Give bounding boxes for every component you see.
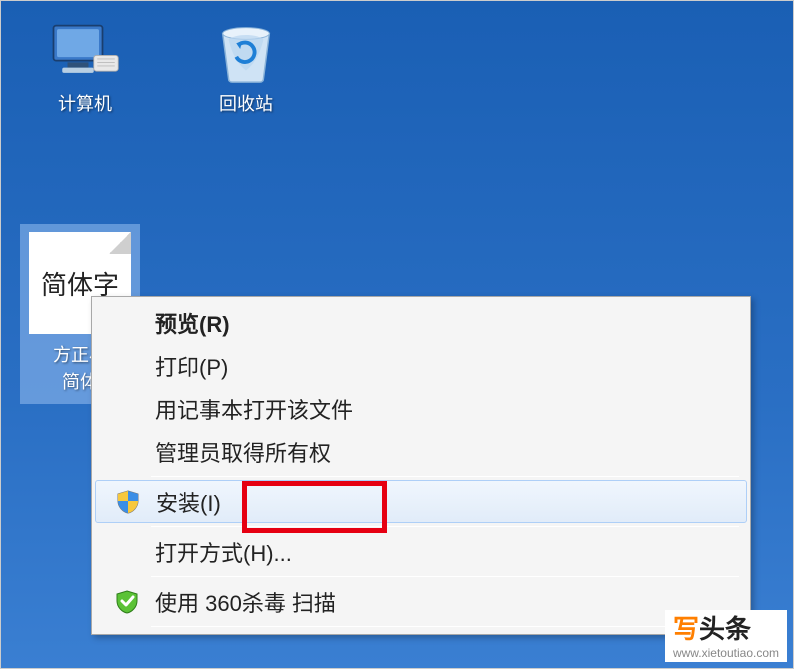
watermark-url: www.xietoutiao.com: [673, 646, 779, 660]
menu-separator: [151, 526, 739, 527]
menu-item-open-with[interactable]: 打开方式(H)...: [95, 530, 747, 573]
menu-item-label: 安装(I): [152, 486, 738, 518]
watermark-brand-char2: 头条: [699, 614, 751, 644]
menu-item-open-with-notepad[interactable]: 用记事本打开该文件: [95, 387, 747, 430]
watermark: 写头条 www.xietoutiao.com: [665, 610, 787, 662]
desktop-icon-label: 回收站: [219, 90, 273, 116]
context-menu[interactable]: 预览(R) 打印(P) 用记事本打开该文件 管理员取得所有权 安装(I) 打开方…: [91, 296, 751, 635]
menu-item-label: 预览(R): [151, 307, 739, 339]
menu-item-label: 管理员取得所有权: [151, 436, 739, 468]
menu-item-install[interactable]: 安装(I): [95, 480, 747, 523]
menu-item-print[interactable]: 打印(P): [95, 344, 747, 387]
uac-shield-icon: [104, 489, 152, 515]
desktop-icon-computer[interactable]: 计算机: [30, 16, 140, 116]
menu-item-360-scan[interactable]: 使用 360杀毒 扫描: [95, 580, 747, 623]
menu-item-label: 用记事本打开该文件: [151, 393, 739, 425]
computer-icon: [50, 16, 120, 86]
watermark-brand: 写头条: [673, 614, 779, 645]
recycle-bin-icon: [211, 16, 281, 86]
watermark-brand-char1: 写: [673, 614, 699, 644]
menu-separator: [151, 476, 739, 477]
av-shield-icon: [103, 589, 151, 615]
menu-item-label: 使用 360杀毒 扫描: [151, 586, 739, 618]
menu-item-label: 打印(P): [151, 350, 739, 382]
menu-item-preview[interactable]: 预览(R): [95, 301, 747, 344]
menu-separator: [151, 576, 739, 577]
desktop-icon-recycle-bin[interactable]: 回收站: [191, 16, 301, 116]
menu-separator: [151, 626, 739, 627]
menu-item-take-ownership[interactable]: 管理员取得所有权: [95, 430, 747, 473]
menu-item-label: 打开方式(H)...: [151, 536, 739, 568]
desktop-icon-label: 计算机: [58, 90, 112, 116]
